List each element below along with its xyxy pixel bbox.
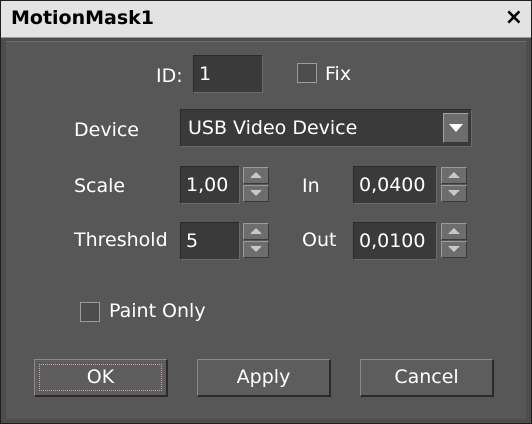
arrow-up-icon <box>250 228 262 234</box>
arrow-up-icon <box>250 172 262 178</box>
fix-label: Fix <box>325 63 352 85</box>
threshold-field[interactable]: 5 <box>180 222 240 260</box>
dialog-body: ID: 1 Fix Device USB Video Device Scale … <box>6 41 526 419</box>
scale-spinner[interactable] <box>243 167 269 203</box>
dropdown-arrow-button[interactable] <box>443 113 469 143</box>
id-field[interactable]: 1 <box>193 55 263 93</box>
cancel-button[interactable]: Cancel <box>360 359 494 397</box>
apply-button-label: Apply <box>236 366 291 388</box>
out-label: Out <box>302 229 337 251</box>
scale-label: Scale <box>74 175 126 197</box>
threshold-increment-button[interactable] <box>243 223 269 240</box>
arrow-down-icon <box>250 246 262 252</box>
scale-decrement-button[interactable] <box>243 185 269 202</box>
focus-ring <box>39 364 162 391</box>
arrow-down-icon <box>448 190 460 196</box>
out-decrement-button[interactable] <box>441 241 467 258</box>
in-increment-button[interactable] <box>441 167 467 184</box>
chevron-down-icon <box>449 124 463 132</box>
arrow-up-icon <box>448 228 460 234</box>
cancel-button-label: Cancel <box>394 366 459 388</box>
threshold-spinner[interactable] <box>243 223 269 259</box>
out-spinner[interactable] <box>441 223 467 259</box>
in-spinner[interactable] <box>441 167 467 203</box>
fix-checkbox[interactable] <box>297 63 317 83</box>
close-icon[interactable]: × <box>505 5 523 31</box>
ok-button[interactable]: OK <box>34 359 168 397</box>
apply-button[interactable]: Apply <box>197 359 331 397</box>
in-decrement-button[interactable] <box>441 185 467 202</box>
arrow-up-icon <box>448 172 460 178</box>
device-label: Device <box>74 119 139 141</box>
out-increment-button[interactable] <box>441 223 467 240</box>
motionmask-dialog: MotionMask1 × ID: 1 Fix Device USB Video… <box>0 0 532 424</box>
threshold-label: Threshold <box>74 229 168 251</box>
arrow-down-icon <box>250 190 262 196</box>
title-bar[interactable]: MotionMask1 × <box>1 1 531 38</box>
out-field[interactable]: 0,0100 <box>353 222 437 260</box>
arrow-down-icon <box>448 246 460 252</box>
paint-only-label: Paint Only <box>109 300 206 322</box>
window-title: MotionMask1 <box>11 7 155 29</box>
paint-only-checkbox[interactable] <box>80 302 100 322</box>
scale-field[interactable]: 1,00 <box>180 166 240 204</box>
device-dropdown[interactable]: USB Video Device <box>180 109 472 147</box>
id-label: ID: <box>156 65 183 87</box>
in-field[interactable]: 0,0400 <box>353 166 437 204</box>
device-selected-value: USB Video Device <box>188 117 358 139</box>
scale-increment-button[interactable] <box>243 167 269 184</box>
threshold-decrement-button[interactable] <box>243 241 269 258</box>
in-label: In <box>302 175 320 197</box>
